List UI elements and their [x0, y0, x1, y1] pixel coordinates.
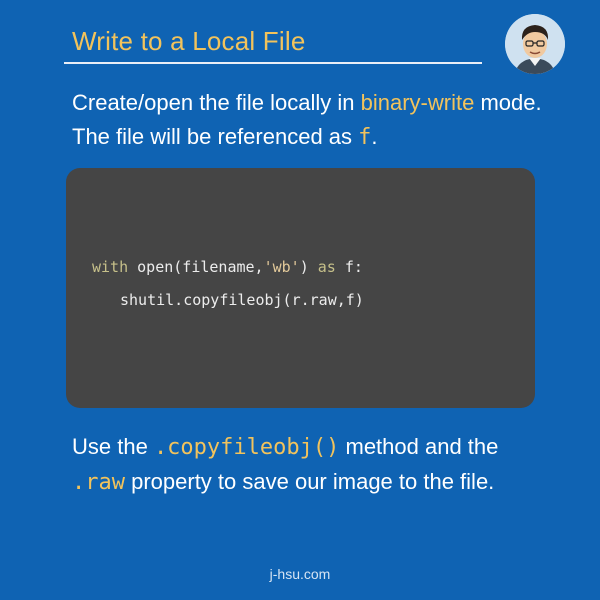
outro-text: Use the .copyfileobj() method and the .r… — [72, 430, 552, 500]
code-line-2: shutil.copyfileobj(r.raw,f) — [120, 291, 364, 309]
code-keyword-as: as — [317, 258, 336, 276]
code-var-f: f: — [335, 258, 363, 276]
outro-prop: .raw — [72, 470, 125, 495]
code-open-call: open(filename, — [128, 258, 264, 276]
code-line-1: with open(filename,'wb') as f: — [92, 258, 363, 276]
code-keyword-with: with — [92, 258, 129, 276]
footer-site: j-hsu.com — [269, 566, 331, 582]
page-title: Write to a Local File — [72, 26, 306, 56]
outro-part3: property to save our image to the file. — [124, 469, 495, 494]
intro-part3: . — [371, 124, 378, 149]
avatar — [505, 14, 565, 74]
outro-part2: method and the — [339, 434, 499, 459]
code-block: with open(filename,'wb') as f: shutil.co… — [66, 168, 535, 408]
code-close-paren: ) — [299, 258, 318, 276]
title-underline — [64, 62, 482, 64]
intro-text: Create/open the file locally in binary-w… — [72, 86, 542, 155]
cartoon-avatar-icon — [505, 14, 565, 74]
intro-part1: Create/open the file locally in — [72, 90, 361, 115]
outro-part1: Use the — [72, 434, 154, 459]
outro-method: .copyfileobj() — [153, 435, 340, 460]
intro-var: f — [358, 125, 372, 150]
code-string-mode: 'wb' — [263, 258, 300, 276]
intro-highlight: binary-write — [360, 90, 475, 115]
